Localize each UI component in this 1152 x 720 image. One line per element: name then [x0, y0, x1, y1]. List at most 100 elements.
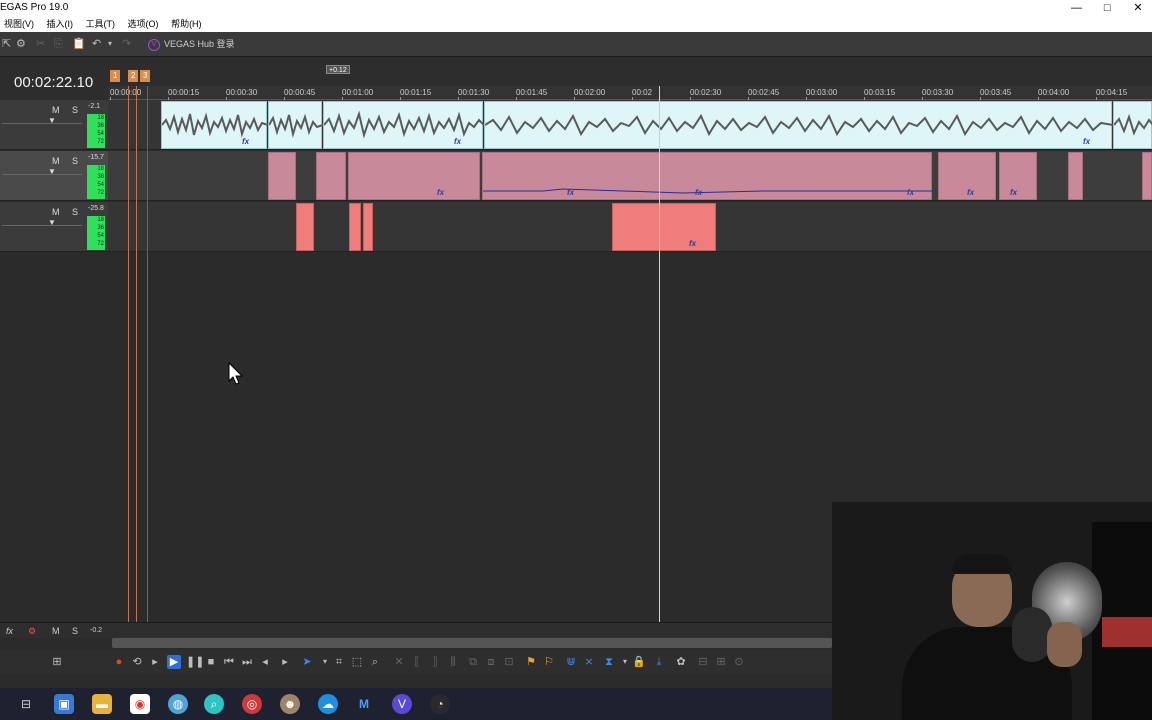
playhead-cursor[interactable] — [659, 86, 660, 622]
undo-dropdown-icon[interactable]: ▾ — [108, 32, 112, 56]
audio-clip[interactable] — [1068, 152, 1083, 200]
volume-slider[interactable] — [2, 225, 82, 226]
master-solo-button[interactable]: S — [72, 623, 78, 639]
lock-envelopes-icon[interactable]: 🔒 — [632, 655, 646, 669]
go-to-start-button[interactable]: ⏮ — [222, 655, 236, 669]
task-view-icon[interactable]: ⊟ — [16, 694, 36, 714]
track-lane-1[interactable]: fx fx fx — [108, 100, 1152, 150]
ripple-dropdown-icon[interactable]: ▾ — [618, 655, 632, 669]
avatar-app-icon[interactable]: ☻ — [280, 694, 300, 714]
audio-clip[interactable]: fx — [161, 101, 269, 149]
mute-button[interactable]: M — [52, 105, 60, 115]
volume-slider[interactable] — [2, 174, 82, 175]
color-picker-icon[interactable]: ✿ — [674, 655, 688, 669]
audio-clip[interactable]: fx — [999, 152, 1037, 200]
snapping-icon[interactable]: ⋓ — [564, 655, 578, 669]
region-icon[interactable]: ⚐ — [542, 655, 556, 669]
vegas-hub-login[interactable]: V VEGAS Hub 登录 — [148, 32, 235, 56]
timecode-display[interactable]: 00:02:22.10 — [14, 74, 93, 91]
menu-insert[interactable]: 插入(I) — [47, 19, 74, 29]
clip-fx-label[interactable]: fx — [1010, 188, 1017, 197]
trim-start-icon[interactable]: ⟦ — [410, 655, 424, 669]
audio-clip[interactable] — [268, 152, 296, 200]
audio-clip[interactable]: fx — [612, 203, 716, 251]
store-icon[interactable]: ▣ — [54, 694, 74, 714]
marker-icon[interactable]: ⚑ — [524, 655, 538, 669]
clip-fx-label[interactable]: fx — [454, 137, 461, 146]
clip-fx-label[interactable]: fx — [689, 239, 696, 248]
menu-options[interactable]: 选项(O) — [128, 19, 159, 29]
delete-icon[interactable]: ✕ — [392, 655, 406, 669]
vegas-app-icon[interactable]: V — [392, 694, 412, 714]
search-app-icon[interactable]: ⌕ — [204, 694, 224, 714]
mute-button[interactable]: M — [52, 156, 60, 166]
clip-fx-label[interactable]: fx — [967, 188, 974, 197]
redo-icon[interactable]: ↷ — [122, 32, 131, 56]
master-mute-button[interactable]: M — [52, 623, 60, 639]
cut-icon[interactable]: ✂ — [36, 32, 45, 56]
tool-dropdown-icon[interactable]: ▾ — [318, 655, 332, 669]
solo-button[interactable]: S — [72, 105, 78, 115]
paste-icon[interactable]: 📋 — [72, 32, 86, 56]
auto-crossfade-icon[interactable]: ⨯ — [582, 655, 596, 669]
audio-clip[interactable] — [296, 203, 314, 251]
audio-clip[interactable]: fx — [938, 152, 996, 200]
gear-icon[interactable]: ⚙ — [16, 32, 26, 56]
zoom-tool-icon[interactable]: ⌕ — [368, 655, 382, 669]
timeline-scrollbar[interactable] — [112, 638, 832, 648]
mute-button[interactable]: M — [52, 207, 60, 217]
stop-button[interactable]: ■ — [204, 655, 218, 669]
external-window-icon[interactable]: ⇱ — [2, 32, 11, 56]
nest-icon[interactable]: ⊟ — [696, 655, 710, 669]
copy-icon[interactable]: ⎘ — [54, 32, 63, 56]
master-settings-icon[interactable]: ⚙ — [28, 623, 36, 639]
audio-clip[interactable]: fx fx fx — [482, 152, 933, 200]
group-icon[interactable]: ⧉ — [466, 655, 480, 669]
audio-clip[interactable]: fx — [348, 152, 480, 200]
selection-tool-icon[interactable]: ⬚ — [350, 655, 364, 669]
edit-tool-icon[interactable]: ➤ — [300, 655, 314, 669]
volume-slider[interactable] — [2, 123, 82, 124]
audio-clip[interactable]: fx — [484, 101, 1114, 149]
ungroup-icon[interactable]: ⧈ — [484, 655, 498, 669]
chrome-icon[interactable]: ◉ — [130, 694, 150, 714]
minimize-button[interactable]: — — [1062, 0, 1090, 16]
cloud-app-icon[interactable]: ☁ — [318, 694, 338, 714]
audio-clip[interactable] — [1113, 101, 1152, 149]
trim-end-icon[interactable]: ⟧ — [428, 655, 442, 669]
render-icon[interactable]: ⊙ — [732, 655, 746, 669]
clip-fx-label[interactable]: fx — [695, 188, 702, 197]
audio-clip[interactable] — [349, 203, 361, 251]
track-lane-2[interactable]: fx fx fx fx fx fx — [108, 151, 1152, 201]
audio-clip[interactable] — [1142, 152, 1152, 200]
master-fx-label[interactable]: fx — [6, 623, 13, 639]
solo-button[interactable]: S — [72, 207, 78, 217]
obs-icon[interactable]: ◔ — [430, 694, 450, 714]
play-button[interactable]: ▶ — [167, 655, 181, 669]
app-icon[interactable]: ◍ — [168, 694, 188, 714]
m-app-icon[interactable]: M — [354, 694, 374, 714]
menu-tools[interactable]: 工具(T) — [86, 19, 116, 29]
audio-clip[interactable]: fx — [323, 101, 485, 149]
clip-fx-label[interactable]: fx — [1083, 137, 1090, 146]
loop-button[interactable]: ⟲ — [130, 655, 144, 669]
previous-frame-button[interactable]: ◂ — [258, 655, 272, 669]
close-button[interactable]: ✕ — [1124, 0, 1152, 16]
unnest-icon[interactable]: ⊞ — [714, 655, 728, 669]
marker-3[interactable]: 3 — [140, 70, 151, 82]
track-lane-3[interactable]: fx — [108, 202, 1152, 252]
folder-icon[interactable]: ▬ — [92, 694, 112, 714]
clip-fx-label[interactable]: fx — [437, 188, 444, 197]
play-from-start-button[interactable]: ▸ — [148, 655, 162, 669]
track-header-3[interactable]: M S -25.8 ▼ 18 36 54 72 — [0, 202, 108, 252]
ripple-edit-icon[interactable]: ⧗ — [602, 655, 616, 669]
loop-region-end[interactable] — [136, 86, 137, 636]
solo-button[interactable]: S — [72, 156, 78, 166]
undo-icon[interactable]: ↶ — [92, 32, 101, 56]
lock-icon[interactable]: ⊡ — [502, 655, 516, 669]
menu-help[interactable]: 帮助(H) — [171, 19, 202, 29]
audio-clip[interactable] — [316, 152, 346, 200]
audio-clip[interactable] — [268, 101, 324, 149]
track-header-1[interactable]: M S -2.1 ▼ 18 36 54 72 — [0, 100, 108, 150]
clip-fx-label[interactable]: fx — [242, 137, 249, 146]
